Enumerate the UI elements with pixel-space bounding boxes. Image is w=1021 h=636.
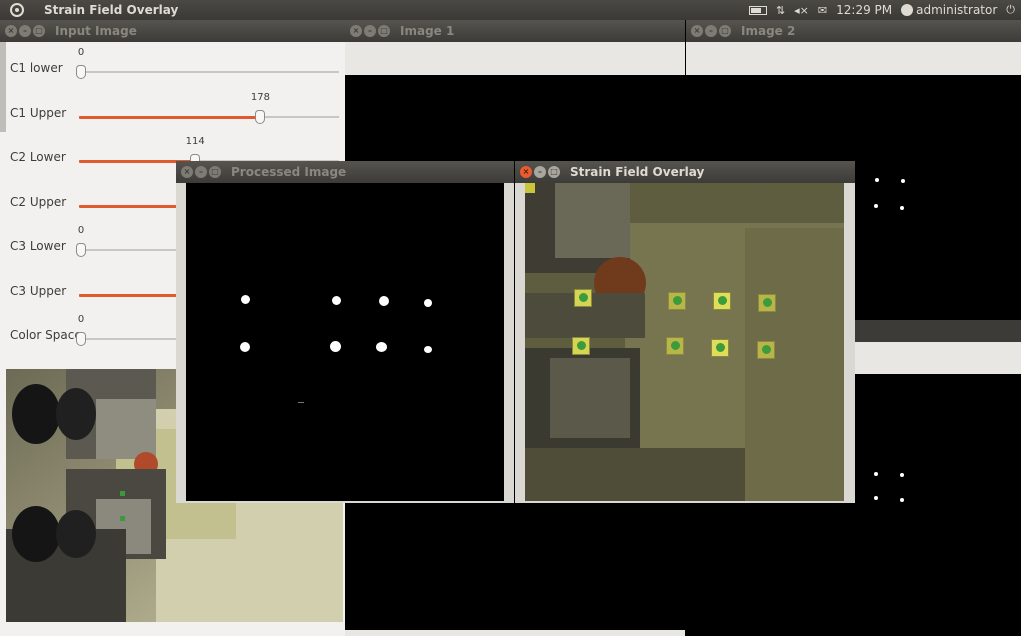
ubuntu-logo-icon[interactable] — [10, 3, 24, 17]
minimize-icon[interactable]: – — [534, 166, 546, 178]
maximize-icon[interactable]: □ — [33, 25, 45, 37]
image2-titlebar[interactable]: × – □ Image 2 — [686, 20, 1021, 42]
target-dot — [874, 204, 878, 208]
blob — [330, 341, 341, 352]
processed-image-window: × – □ Processed Image — [176, 161, 514, 503]
trackbar-fill — [79, 115, 261, 119]
strain-marker — [758, 294, 776, 312]
trackbar-value: 0 — [77, 47, 85, 58]
maximize-icon[interactable]: □ — [209, 166, 221, 178]
minimize-icon[interactable]: – — [195, 166, 207, 178]
close-icon[interactable]: × — [350, 25, 362, 37]
trackbar-groove[interactable] — [79, 71, 339, 73]
target-dot — [874, 496, 878, 500]
maximize-icon[interactable]: □ — [378, 25, 390, 37]
background-window-toolbar — [855, 342, 1021, 374]
trackbar-label: C2 Upper — [10, 194, 67, 209]
power-icon[interactable]: ⏻ — [1006, 3, 1015, 17]
blob — [240, 342, 250, 352]
user-icon — [901, 4, 914, 16]
trackbar-label: Color Space — [10, 328, 82, 342]
close-icon[interactable]: × — [691, 25, 703, 37]
window-title: Image 2 — [741, 24, 796, 38]
minimize-icon[interactable]: – — [705, 25, 717, 37]
trackbar-label: C3 Lower — [10, 239, 66, 253]
trackbar-handle[interactable] — [76, 243, 86, 257]
window-title: Strain Field Overlay — [570, 165, 705, 179]
clock[interactable]: 12:29 PM — [836, 3, 892, 17]
strain-marker — [574, 289, 592, 307]
maximize-icon[interactable]: □ — [548, 166, 560, 178]
window-title: Image 1 — [400, 24, 455, 38]
trackbar-handle[interactable] — [76, 332, 86, 346]
blob — [424, 299, 432, 307]
strain-marker — [668, 292, 686, 310]
battery-icon[interactable] — [748, 5, 767, 15]
trackbar-value: 0 — [77, 314, 85, 325]
target-dot — [875, 178, 879, 182]
close-icon[interactable]: × — [520, 166, 532, 178]
trackbar-handle[interactable] — [255, 109, 266, 124]
processed-image-canvas — [186, 183, 504, 501]
user-name: administrator — [916, 3, 998, 17]
strain-marker — [711, 339, 729, 357]
input-image-titlebar[interactable]: × – □ Input Image — [0, 20, 345, 42]
processed-image-titlebar[interactable]: × – □ Processed Image — [176, 161, 514, 183]
trackbar-c1-upper: C1 Upper 178 — [0, 89, 340, 133]
strain-overlay-titlebar[interactable]: × – □ Strain Field Overlay — [515, 161, 855, 183]
trackbar-label: C3 Upper — [10, 283, 67, 298]
trackbar-value: 178 — [250, 91, 271, 103]
blob — [379, 296, 389, 306]
close-icon[interactable]: × — [181, 166, 193, 178]
trackbar-value: 0 — [77, 225, 85, 236]
target-dot — [900, 498, 904, 502]
blob — [376, 342, 387, 352]
trackbar-label: C1 Upper — [10, 105, 67, 120]
volume-muted-icon[interactable]: ◂× — [794, 4, 809, 17]
trackbar-c1-lower: C1 lower 0 — [0, 44, 340, 88]
strain-markers — [525, 183, 844, 501]
trackbar-label: C2 Lower — [10, 150, 66, 164]
trackbar-value: 114 — [185, 136, 205, 147]
network-icon[interactable]: ⇅ — [776, 4, 785, 17]
trackbar-label: C1 lower — [10, 61, 63, 75]
mail-icon[interactable]: ✉ — [818, 4, 827, 17]
top-panel: Strain Field Overlay ⇅ ◂× ✉ 12:29 PM adm… — [0, 0, 1021, 20]
image1-titlebar[interactable]: × – □ Image 1 — [345, 20, 685, 42]
target-dot — [900, 473, 904, 477]
window-title: Processed Image — [231, 165, 347, 179]
target-dot — [901, 179, 905, 183]
close-icon[interactable]: × — [5, 25, 17, 37]
desktop: Strain Field Overlay ⇅ ◂× ✉ 12:29 PM adm… — [0, 0, 1021, 636]
target-dot — [900, 206, 904, 210]
strain-marker — [757, 341, 775, 359]
minimize-icon[interactable]: – — [364, 25, 376, 37]
noise-mark — [298, 402, 304, 403]
system-tray: ⇅ ◂× ✉ 12:29 PM administrator ⏻ — [748, 0, 1015, 20]
strain-marker — [666, 337, 684, 355]
blob — [241, 295, 250, 304]
active-app-title: Strain Field Overlay — [44, 3, 179, 17]
trackbar-handle[interactable] — [76, 65, 86, 79]
blob — [424, 346, 432, 353]
user-menu[interactable]: administrator — [901, 3, 997, 17]
maximize-icon[interactable]: □ — [719, 25, 731, 37]
target-dot — [874, 472, 878, 476]
strain-marker — [572, 337, 590, 355]
strain-field-overlay-window: × – □ Strain Field Overlay — [515, 161, 855, 503]
minimize-icon[interactable]: – — [19, 25, 31, 37]
background-window-titlebar — [855, 320, 1021, 342]
window-title: Input Image — [55, 24, 137, 38]
blob — [332, 296, 341, 305]
strain-marker — [713, 292, 731, 310]
